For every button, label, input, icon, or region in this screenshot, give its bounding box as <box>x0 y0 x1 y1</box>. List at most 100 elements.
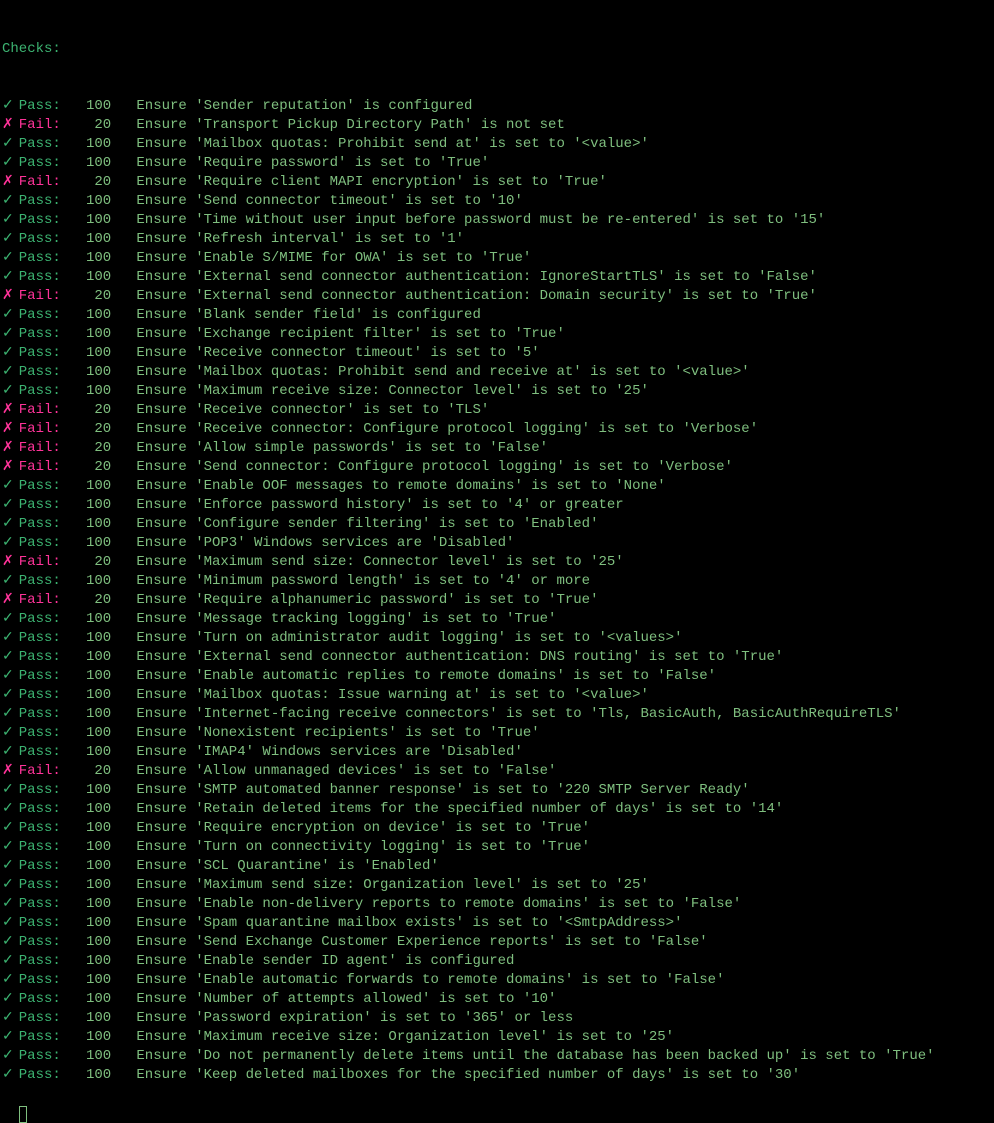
check-fail-icon: ✗ <box>2 116 10 135</box>
check-pass-icon: ✓ <box>2 344 10 363</box>
check-status-label: Pass: <box>19 572 69 591</box>
check-fail-icon: ✗ <box>2 287 10 306</box>
check-row: ✓Pass:100Ensure 'Spam quarantine mailbox… <box>2 914 994 933</box>
check-score: 100 <box>69 97 111 116</box>
check-score: 100 <box>69 230 111 249</box>
check-status-label: Pass: <box>19 97 69 116</box>
check-score: 100 <box>69 610 111 629</box>
check-fail-icon: ✗ <box>2 439 10 458</box>
check-pass-icon: ✓ <box>2 724 10 743</box>
check-description: Ensure 'SCL Quarantine' is 'Enabled' <box>136 857 438 876</box>
check-pass-icon: ✓ <box>2 192 10 211</box>
check-fail-icon: ✗ <box>2 401 10 420</box>
check-pass-icon: ✓ <box>2 952 10 971</box>
check-row: ✓Pass:100Ensure 'Mailbox quotas: Prohibi… <box>2 135 994 154</box>
check-status-label: Pass: <box>19 895 69 914</box>
check-score: 100 <box>69 724 111 743</box>
check-score: 100 <box>69 686 111 705</box>
check-status-label: Pass: <box>19 971 69 990</box>
check-score: 100 <box>69 990 111 1009</box>
check-pass-icon: ✓ <box>2 249 10 268</box>
check-status-label: Pass: <box>19 800 69 819</box>
check-score: 100 <box>69 667 111 686</box>
check-score: 20 <box>69 116 111 135</box>
check-description: Ensure 'Mailbox quotas: Issue warning at… <box>136 686 648 705</box>
check-score: 20 <box>69 401 111 420</box>
check-score: 20 <box>69 287 111 306</box>
check-status-label: Fail: <box>19 173 69 192</box>
check-description: Ensure 'Receive connector: Configure pro… <box>136 420 758 439</box>
check-score: 100 <box>69 268 111 287</box>
check-status-label: Pass: <box>19 515 69 534</box>
check-score: 100 <box>69 211 111 230</box>
check-score: 20 <box>69 173 111 192</box>
check-description: Ensure 'Time without user input before p… <box>136 211 825 230</box>
check-pass-icon: ✓ <box>2 268 10 287</box>
check-status-label: Pass: <box>19 1047 69 1066</box>
check-status-label: Pass: <box>19 610 69 629</box>
check-status-label: Pass: <box>19 876 69 895</box>
check-row: ✓Pass:100Ensure 'Require password' is se… <box>2 154 994 173</box>
check-fail-icon: ✗ <box>2 762 10 781</box>
check-description: Ensure 'Maximum send size: Organization … <box>136 876 648 895</box>
check-description: Ensure 'IMAP4' Windows services are 'Dis… <box>136 743 522 762</box>
check-score: 100 <box>69 952 111 971</box>
check-description: Ensure 'Require alphanumeric password' i… <box>136 591 598 610</box>
check-status-label: Pass: <box>19 154 69 173</box>
terminal-cursor <box>19 1106 27 1123</box>
check-pass-icon: ✓ <box>2 610 10 629</box>
check-description: Ensure 'Maximum receive size: Connector … <box>136 382 648 401</box>
check-row: ✗Fail:20Ensure 'External send connector … <box>2 287 994 306</box>
check-status-label: Pass: <box>19 192 69 211</box>
check-row: ✗ Fail:20 Ensure 'Transport Pickup Directo… <box>2 116 994 135</box>
check-description: Ensure 'Enable non-delivery reports to r… <box>136 895 741 914</box>
check-row: ✗Fail:20Ensure 'Receive connector' is se… <box>2 401 994 420</box>
check-row: ✓Pass:100Ensure 'SMTP automated banner r… <box>2 781 994 800</box>
check-pass-icon: ✓ <box>2 876 10 895</box>
check-pass-icon: ✓ <box>2 477 10 496</box>
check-row: ✗Fail:20Ensure 'Require alphanumeric pas… <box>2 591 994 610</box>
check-description: Ensure 'Sender reputation' is configured <box>136 97 472 116</box>
check-score: 100 <box>69 819 111 838</box>
check-score: 20 <box>69 591 111 610</box>
check-pass-icon: ✓ <box>2 363 10 382</box>
check-description: Ensure 'Allow unmanaged devices' is set … <box>136 762 556 781</box>
check-row: ✓Pass:100Ensure 'Password expiration' is… <box>2 1009 994 1028</box>
check-score: 100 <box>69 477 111 496</box>
check-description: Ensure 'SMTP automated banner response' … <box>136 781 749 800</box>
check-row: ✗Fail:20Ensure 'Allow unmanaged devices'… <box>2 762 994 781</box>
check-status-label: Pass: <box>19 952 69 971</box>
check-score: 100 <box>69 914 111 933</box>
check-status-label: Pass: <box>19 135 69 154</box>
check-pass-icon: ✓ <box>2 496 10 515</box>
check-row: ✗Fail:20Ensure 'Require client MAPI encr… <box>2 173 994 192</box>
check-status-label: Pass: <box>19 363 69 382</box>
check-description: Ensure 'Transport Pickup Directory Path'… <box>136 116 564 135</box>
check-row: ✓Pass:100Ensure 'Receive connector timeo… <box>2 344 994 363</box>
check-status-label: Pass: <box>19 534 69 553</box>
check-score: 20 <box>69 458 111 477</box>
check-score: 100 <box>69 1009 111 1028</box>
check-status-label: Pass: <box>19 838 69 857</box>
check-status-label: Pass: <box>19 211 69 230</box>
check-description: Ensure 'Maximum receive size: Organizati… <box>136 1028 674 1047</box>
check-pass-icon: ✓ <box>2 895 10 914</box>
check-score: 100 <box>69 382 111 401</box>
check-status-label: Fail: <box>19 116 69 135</box>
check-pass-icon: ✓ <box>2 629 10 648</box>
check-status-label: Pass: <box>19 1066 69 1085</box>
check-row: ✓Pass:100Ensure 'Enforce password histor… <box>2 496 994 515</box>
check-description: Ensure 'Minimum password length' is set … <box>136 572 590 591</box>
check-pass-icon: ✓ <box>2 211 10 230</box>
check-row: ✓Pass:100Ensure 'POP3' Windows services … <box>2 534 994 553</box>
check-status-label: Pass: <box>19 496 69 515</box>
check-pass-icon: ✓ <box>2 382 10 401</box>
check-description: Ensure 'Require encryption on device' is… <box>136 819 590 838</box>
check-pass-icon: ✓ <box>2 1009 10 1028</box>
check-row: ✓Pass:100Ensure 'SCL Quarantine' is 'Ena… <box>2 857 994 876</box>
check-score: 100 <box>69 876 111 895</box>
check-description: Ensure 'Enable sender ID agent' is confi… <box>136 952 514 971</box>
check-score: 100 <box>69 135 111 154</box>
check-score: 20 <box>69 420 111 439</box>
check-row: ✓Pass:100Ensure 'Turn on connectivity lo… <box>2 838 994 857</box>
